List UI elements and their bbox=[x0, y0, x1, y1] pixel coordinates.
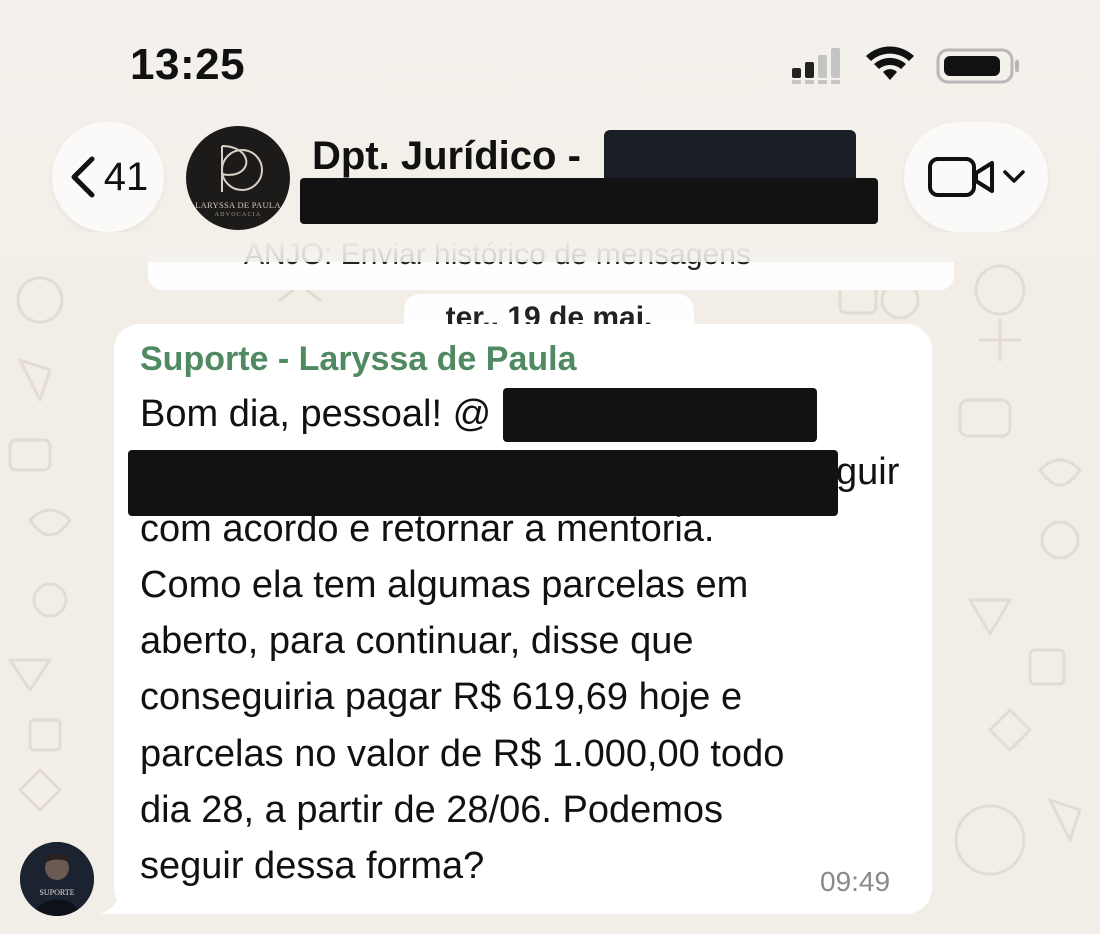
chevron-left-icon bbox=[71, 156, 95, 198]
message-line: guir bbox=[836, 451, 900, 493]
unread-count: 41 bbox=[103, 154, 149, 199]
message-line: com acordo e retornar a mentoria. bbox=[140, 508, 715, 550]
redaction-bar bbox=[300, 178, 878, 224]
message-line: parcelas no valor de R$ 1.000,00 todo bbox=[140, 733, 785, 775]
status-icons bbox=[790, 44, 1020, 88]
redaction-bar bbox=[128, 450, 838, 516]
message-line: aberto, para continuar, disse que bbox=[140, 620, 694, 662]
logo-monogram-icon bbox=[221, 145, 263, 192]
wifi-icon bbox=[866, 46, 914, 80]
message-line: dia 28, a partir de 28/06. Podemos bbox=[140, 789, 724, 831]
message-sender[interactable]: Suporte - Laryssa de Paula bbox=[140, 340, 577, 379]
video-call-button[interactable] bbox=[904, 122, 1048, 232]
group-title[interactable]: Dpt. Jurídico - bbox=[312, 134, 581, 179]
group-avatar-subtext: ADVOCACIA bbox=[214, 212, 262, 218]
sender-avatar[interactable]: SUPORTE bbox=[20, 842, 94, 916]
group-avatar-name: LARYSSA DE PAULA bbox=[195, 200, 281, 210]
message-line: Bom dia, pessoal! @ bbox=[140, 393, 492, 435]
group-avatar[interactable]: LARYSSA DE PAULA ADVOCACIA bbox=[186, 126, 290, 230]
back-button[interactable]: 41 bbox=[52, 122, 164, 232]
battery-icon bbox=[936, 48, 1019, 84]
status-time: 13:25 bbox=[130, 40, 246, 89]
redaction-bar bbox=[503, 388, 817, 442]
message-timestamp: 09:49 bbox=[820, 866, 891, 897]
sender-avatar-image: SUPORTE bbox=[20, 842, 94, 916]
header-fade bbox=[0, 232, 1100, 262]
chevron-down-icon bbox=[1003, 170, 1025, 183]
cellular-signal-icon bbox=[792, 48, 840, 84]
sender-avatar-label: SUPORTE bbox=[39, 888, 74, 897]
message-line: Como ela tem algumas parcelas em bbox=[140, 564, 749, 606]
video-camera-icon bbox=[928, 157, 994, 197]
message-line: seguir dessa forma? bbox=[140, 845, 485, 887]
message-line: conseguiria pagar R$ 619,69 hoje e bbox=[140, 676, 743, 718]
